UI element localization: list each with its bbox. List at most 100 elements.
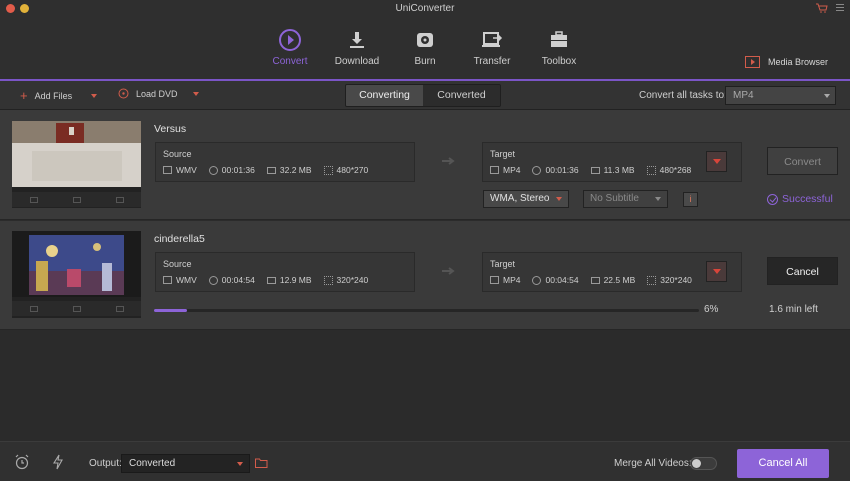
convert-icon [279, 29, 301, 51]
plus-icon: + [20, 88, 28, 103]
add-files-dropdown-icon[interactable] [91, 93, 98, 98]
thumbnail-image [12, 231, 141, 297]
target-label: Target [490, 259, 516, 269]
check-circle-icon [767, 193, 778, 205]
folder-open-icon[interactable] [255, 458, 268, 468]
nav-download[interactable]: Download [322, 28, 392, 67]
file-name: cinderella5 [154, 233, 205, 245]
target-duration: 00:04:54 [545, 275, 579, 285]
chevron-down-icon [655, 197, 661, 201]
info-button[interactable]: i [683, 192, 698, 207]
subtitle-value: No Subtitle [590, 193, 639, 204]
convert-all-value: MP4 [733, 90, 754, 101]
film-icon [490, 166, 499, 174]
effect-icon[interactable] [115, 196, 124, 203]
chevron-down-icon [556, 197, 562, 201]
load-dvd-button[interactable]: Load DVD [118, 88, 199, 99]
status-tabs: Converting Converted [345, 84, 501, 107]
menu-icon[interactable] [836, 4, 844, 12]
folder-icon [590, 276, 600, 284]
resolution-icon [323, 165, 333, 175]
nav-burn[interactable]: Burn [390, 28, 460, 67]
window-title: UniConverter [395, 3, 455, 14]
output-select[interactable]: Converted [121, 454, 250, 473]
chevron-down-icon [712, 269, 721, 274]
title-bar: UniConverter Convert Download Burn Trans… [0, 0, 850, 81]
target-format-button[interactable] [706, 151, 727, 172]
crop-icon[interactable] [72, 305, 81, 312]
resolution-icon [646, 165, 656, 175]
target-info: Target MP4 00:04:54 22.5 MB 320*240 [482, 252, 742, 292]
merge-toggle[interactable] [690, 457, 717, 470]
target-size: 22.5 MB [603, 275, 636, 285]
target-format: MP4 [503, 165, 521, 175]
clock-icon [208, 275, 218, 285]
sub-toolbar: + Add Files Load DVD Converting Converte… [0, 81, 850, 110]
source-label: Source [163, 149, 192, 159]
target-info: Target MP4 00:01:36 11.3 MB 480*268 [482, 142, 742, 182]
chevron-down-icon [237, 462, 243, 466]
film-icon [490, 276, 499, 284]
clock-icon [208, 165, 218, 175]
tab-converting[interactable]: Converting [346, 85, 423, 106]
target-duration: 00:01:36 [545, 165, 579, 175]
clock-icon [532, 275, 542, 285]
source-duration: 00:04:54 [221, 275, 255, 285]
task-row: cinderella5 Source WMV 00:04:54 12.9 MB … [0, 221, 850, 330]
convert-all-select[interactable]: MP4 [725, 86, 836, 105]
progress-bar [154, 309, 699, 312]
crop-icon[interactable] [72, 196, 81, 203]
target-format-button[interactable] [706, 261, 727, 282]
trim-icon[interactable] [29, 196, 38, 203]
progress-percent: 6% [704, 304, 719, 315]
trim-icon[interactable] [29, 305, 38, 312]
chevron-down-icon [824, 94, 830, 98]
convert-button[interactable]: Convert [767, 147, 838, 175]
source-format: WMV [176, 275, 197, 285]
file-name: Versus [154, 123, 187, 135]
thumbnail-image [12, 121, 141, 187]
download-icon [350, 32, 364, 48]
add-files-button[interactable]: + Add Files [20, 88, 98, 103]
tab-converted[interactable]: Converted [423, 85, 500, 106]
load-dvd-dropdown-icon[interactable] [192, 91, 199, 96]
subtitle-select[interactable]: No Subtitle [583, 190, 668, 208]
nav-toolbox-label: Toolbox [541, 56, 577, 67]
target-format: MP4 [503, 275, 521, 285]
clock-icon [532, 165, 542, 175]
nav-transfer-label: Transfer [473, 56, 511, 67]
source-format: WMV [176, 165, 197, 175]
film-icon [163, 276, 172, 284]
empty-list-area [0, 330, 850, 441]
lightning-icon[interactable] [52, 454, 64, 470]
convert-all-label: Convert all tasks to: [639, 90, 727, 101]
folder-icon [266, 166, 276, 174]
thumbnail-controls [12, 301, 141, 316]
task-row: Versus Source WMV 00:01:36 32.2 MB 480*2… [0, 110, 850, 220]
folder-icon [266, 276, 276, 284]
resolution-icon [323, 275, 333, 285]
source-resolution: 480*270 [336, 165, 369, 175]
audio-value: WMA, Stereo [490, 193, 550, 204]
audio-select[interactable]: WMA, Stereo [483, 190, 569, 208]
nav-transfer[interactable]: Transfer [457, 28, 527, 67]
source-info: Source WMV 00:04:54 12.9 MB 320*240 [155, 252, 415, 292]
cart-icon[interactable] [816, 3, 828, 13]
film-icon [163, 166, 172, 174]
alarm-clock-icon[interactable] [14, 454, 30, 470]
cancel-all-button[interactable]: Cancel All [737, 449, 829, 478]
media-browser-button[interactable]: Media Browser [745, 56, 828, 68]
source-size: 12.9 MB [279, 275, 312, 285]
dvd-icon [118, 88, 129, 99]
source-info: Source WMV 00:01:36 32.2 MB 480*270 [155, 142, 415, 182]
cancel-button[interactable]: Cancel [767, 257, 838, 285]
nav-burn-label: Burn [414, 56, 436, 67]
nav-toolbox[interactable]: Toolbox [524, 28, 594, 67]
toolbox-icon [551, 31, 567, 47]
status-label: Successful [782, 193, 833, 205]
output-value: Converted [129, 458, 176, 469]
nav-convert[interactable]: Convert [255, 28, 325, 67]
effect-icon[interactable] [115, 305, 124, 312]
target-size: 11.3 MB [603, 165, 635, 175]
merge-label: Merge All Videos: [614, 458, 692, 469]
